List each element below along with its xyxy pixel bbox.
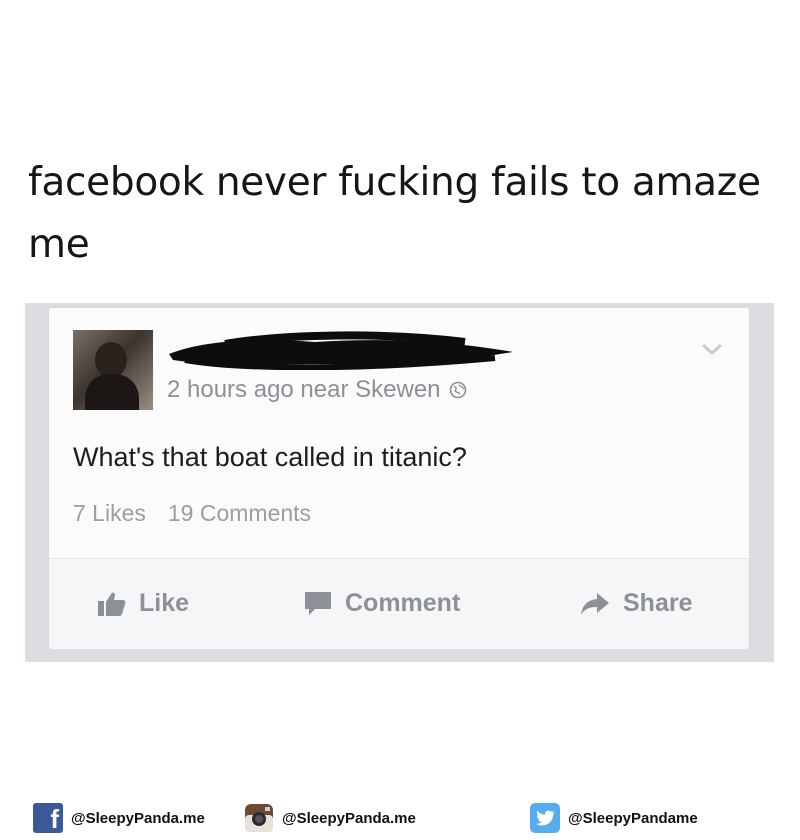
footer-instagram[interactable]: @SleepyPanda.me [244,803,416,833]
avatar[interactable] [73,330,153,410]
share-label: Share [623,589,693,617]
comment-button[interactable]: Comment [303,589,460,618]
post-stats: 7 Likes 19 Comments [73,500,311,527]
chevron-down-icon[interactable] [701,342,723,356]
redacted-name-scribble [169,331,513,370]
share-arrow-icon [581,592,609,615]
like-label: Like [139,589,190,617]
instagram-handle: @SleepyPanda.me [282,809,416,827]
post-text: What's that boat called in titanic? [73,442,467,472]
comment-label: Comment [345,589,461,617]
twitter-handle: @SleepyPandame [568,809,698,827]
footer-twitter[interactable]: @SleepyPandame [530,803,698,833]
facebook-logo: f [33,803,63,833]
post-timestamp-location[interactable]: 2 hours ago near Skewen [167,376,441,404]
share-button[interactable]: Share [579,589,692,618]
comments-count[interactable]: 19 Comments [168,500,311,527]
post-meta: 2 hours ago near Skewen [167,376,467,404]
meme-caption: facebook never fucking fails to amaze me [28,160,761,267]
twitter-logo [530,803,560,833]
globe-icon [449,381,466,399]
post-actions-bar: Like Comment Share [49,559,749,649]
facebook-handle: @SleepyPanda.me [71,809,205,827]
facebook-post-card: 2 hours ago near Skewen What's that boat… [48,307,750,649]
thumbs-up-icon [98,592,126,616]
instagram-logo [245,804,273,832]
like-button[interactable]: Like [97,589,189,618]
likes-count[interactable]: 7 Likes [73,500,146,527]
footer-facebook[interactable]: f @SleepyPanda.me [33,803,205,833]
comment-icon [305,591,331,615]
